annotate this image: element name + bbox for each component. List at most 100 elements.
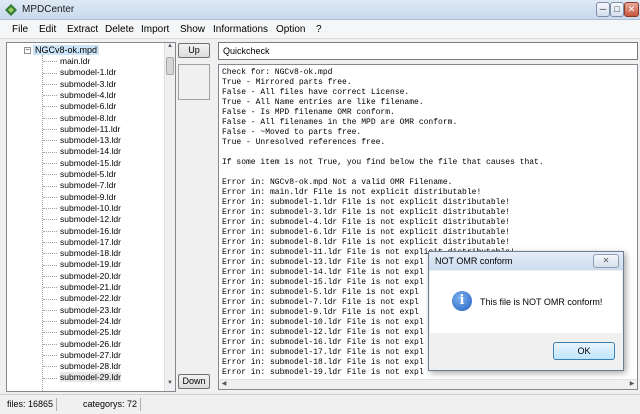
tree-item-label: submodel-6.ldr bbox=[60, 101, 117, 112]
report-line: If some item is not True, you find below… bbox=[222, 158, 544, 167]
menu-option[interactable]: Option bbox=[276, 24, 305, 35]
tree-item[interactable]: submodel-28.ldr bbox=[43, 361, 121, 372]
tree-item-label: submodel-28.ldr bbox=[60, 361, 121, 372]
tree-item-label: submodel-11.ldr bbox=[60, 123, 121, 134]
tree-item-label: submodel-27.ldr bbox=[60, 349, 121, 360]
ok-button[interactable]: OK bbox=[553, 342, 615, 360]
tree-item[interactable]: submodel-29.ldr bbox=[43, 372, 121, 383]
tree-item[interactable]: submodel-24.ldr bbox=[43, 316, 121, 327]
tree-item[interactable]: submodel-11.ldr bbox=[43, 124, 120, 135]
tree-item[interactable]: submodel-12.ldr bbox=[43, 214, 121, 225]
close-button[interactable]: ✕ bbox=[624, 2, 639, 17]
menu-extract[interactable]: Extract bbox=[67, 24, 98, 35]
menu-show[interactable]: Show bbox=[180, 24, 205, 35]
tree-root-item[interactable]: − NGCv8-ok.mpd bbox=[24, 45, 100, 55]
tree-item[interactable]: submodel-16.ldr bbox=[43, 226, 121, 237]
file-tree[interactable]: − NGCv8-ok.mpd main.ldr submodel-1.ldr sub… bbox=[6, 42, 176, 392]
tree-item-label: submodel-8.ldr bbox=[60, 112, 117, 123]
quickcheck-field[interactable]: Quickcheck bbox=[218, 42, 638, 60]
menu-delete[interactable]: Delete bbox=[105, 24, 134, 35]
maximize-button[interactable]: □ bbox=[610, 2, 624, 17]
tree-item[interactable]: submodel-23.ldr bbox=[43, 305, 121, 316]
tree-connector bbox=[43, 219, 57, 221]
tree-item[interactable]: submodel-27.ldr bbox=[43, 350, 121, 361]
tree-item-label: submodel-9.ldr bbox=[60, 191, 117, 202]
tree-item-label: submodel-12.ldr bbox=[60, 214, 121, 225]
tree-item-label: submodel-17.ldr bbox=[60, 236, 121, 247]
tree-connector bbox=[43, 309, 57, 311]
tree-item[interactable]: submodel-3.ldr bbox=[43, 79, 116, 90]
app-window: MPDCenter ─ □ ✕ File Edit Extract Delete… bbox=[0, 0, 640, 414]
tree-item-label: submodel-7.ldr bbox=[60, 180, 117, 191]
report-line: False - ~Moved to parts free. bbox=[222, 128, 362, 137]
tree-connector bbox=[43, 366, 57, 368]
tree-item[interactable]: submodel-7.ldr bbox=[43, 180, 116, 191]
tree-item-label: submodel-22.ldr bbox=[60, 293, 121, 304]
report-line bbox=[222, 148, 544, 158]
tree-connector bbox=[43, 253, 57, 255]
report-horizontal-scrollbar[interactable]: ◀ ▶ bbox=[219, 379, 637, 389]
scroll-up-icon[interactable]: ▲ bbox=[165, 43, 175, 54]
dialog-close-button[interactable]: ✕ bbox=[593, 254, 619, 268]
tree-item[interactable]: submodel-8.ldr bbox=[43, 113, 116, 124]
dialog-message: This file is NOT OMR conform! bbox=[480, 297, 603, 307]
tree-item-label: submodel-25.ldr bbox=[60, 327, 121, 338]
report-line: Error in: main.ldr File is not explicit … bbox=[222, 188, 482, 197]
scroll-down-icon[interactable]: ▼ bbox=[165, 380, 175, 391]
scroll-thumb[interactable] bbox=[166, 57, 174, 75]
up-button[interactable]: Up bbox=[178, 43, 210, 58]
tree-item[interactable]: main.ldr bbox=[43, 56, 90, 67]
tree-item[interactable]: submodel-21.ldr bbox=[43, 282, 121, 293]
tree-scrollbar[interactable]: ▲ ▼ bbox=[164, 43, 175, 391]
tree-item-label: submodel-21.ldr bbox=[60, 282, 121, 292]
tree-item[interactable]: submodel-9.ldr bbox=[43, 192, 116, 203]
menu-edit[interactable]: Edit bbox=[39, 24, 56, 35]
tree-item[interactable]: submodel-22.ldr bbox=[43, 293, 121, 304]
status-categorys: categorys: 72 bbox=[80, 398, 142, 411]
scroll-right-icon[interactable]: ▶ bbox=[627, 380, 637, 389]
tree-item[interactable]: submodel-19.ldr bbox=[43, 259, 121, 270]
tree-item[interactable]: submodel-17.ldr bbox=[43, 237, 121, 248]
tree-item-label: submodel-3.ldr bbox=[60, 78, 117, 89]
menu-file[interactable]: File bbox=[12, 24, 28, 35]
tree-item[interactable]: submodel-15.ldr bbox=[43, 158, 121, 169]
report-line: False - Is MPD filename OMR conform. bbox=[222, 108, 395, 117]
tree-connector bbox=[43, 298, 57, 300]
tree-item-label: main.ldr bbox=[60, 56, 91, 66]
tree-connector bbox=[43, 140, 57, 142]
tree-connector bbox=[43, 185, 57, 187]
tree-item[interactable]: submodel-4.ldr bbox=[43, 90, 116, 101]
tree-connector bbox=[43, 355, 57, 357]
tree-connector bbox=[43, 72, 57, 74]
tree-item-label: submodel-1.ldr bbox=[60, 67, 117, 78]
tree-root-label: NGCv8-ok.mpd bbox=[33, 45, 100, 55]
tree-item[interactable]: submodel-20.ldr bbox=[43, 271, 121, 282]
report-line: True - Mirrored parts free. bbox=[222, 78, 352, 87]
tree-item[interactable]: submodel-25.ldr bbox=[43, 327, 121, 338]
report-line: Check for: NGCv8-ok.mpd bbox=[222, 68, 333, 77]
tree-connector bbox=[43, 61, 57, 63]
tree-item[interactable]: submodel-26.ldr bbox=[43, 339, 121, 350]
report-line: False - All filenames in the MPD are OMR… bbox=[222, 118, 458, 127]
menu-informations[interactable]: Informations bbox=[213, 24, 268, 35]
tree-item-label: submodel-18.ldr bbox=[60, 248, 121, 259]
minimize-button[interactable]: ─ bbox=[596, 2, 610, 17]
tree-item[interactable]: submodel-18.ldr bbox=[43, 248, 121, 259]
down-button[interactable]: Down bbox=[178, 374, 210, 389]
tree-connector bbox=[43, 129, 57, 131]
tree-item[interactable]: submodel-5.ldr bbox=[43, 169, 116, 180]
tree-connector bbox=[43, 242, 57, 244]
collapse-icon[interactable]: − bbox=[24, 47, 31, 54]
tree-connector bbox=[43, 230, 57, 232]
tree-connector bbox=[43, 343, 57, 345]
menu-help[interactable]: ? bbox=[316, 24, 322, 35]
tree-item[interactable]: submodel-13.ldr bbox=[43, 135, 121, 146]
tree-item[interactable]: submodel-10.ldr bbox=[43, 203, 121, 214]
report-line: True - Unresolved references free. bbox=[222, 138, 386, 147]
tree-item[interactable]: submodel-14.ldr bbox=[43, 146, 121, 157]
tree-item[interactable]: submodel-1.ldr bbox=[43, 67, 116, 78]
scroll-left-icon[interactable]: ◀ bbox=[219, 380, 229, 389]
tree-item-label: submodel-26.ldr bbox=[60, 338, 121, 349]
menu-import[interactable]: Import bbox=[141, 24, 169, 35]
tree-item[interactable]: submodel-6.ldr bbox=[43, 101, 116, 112]
